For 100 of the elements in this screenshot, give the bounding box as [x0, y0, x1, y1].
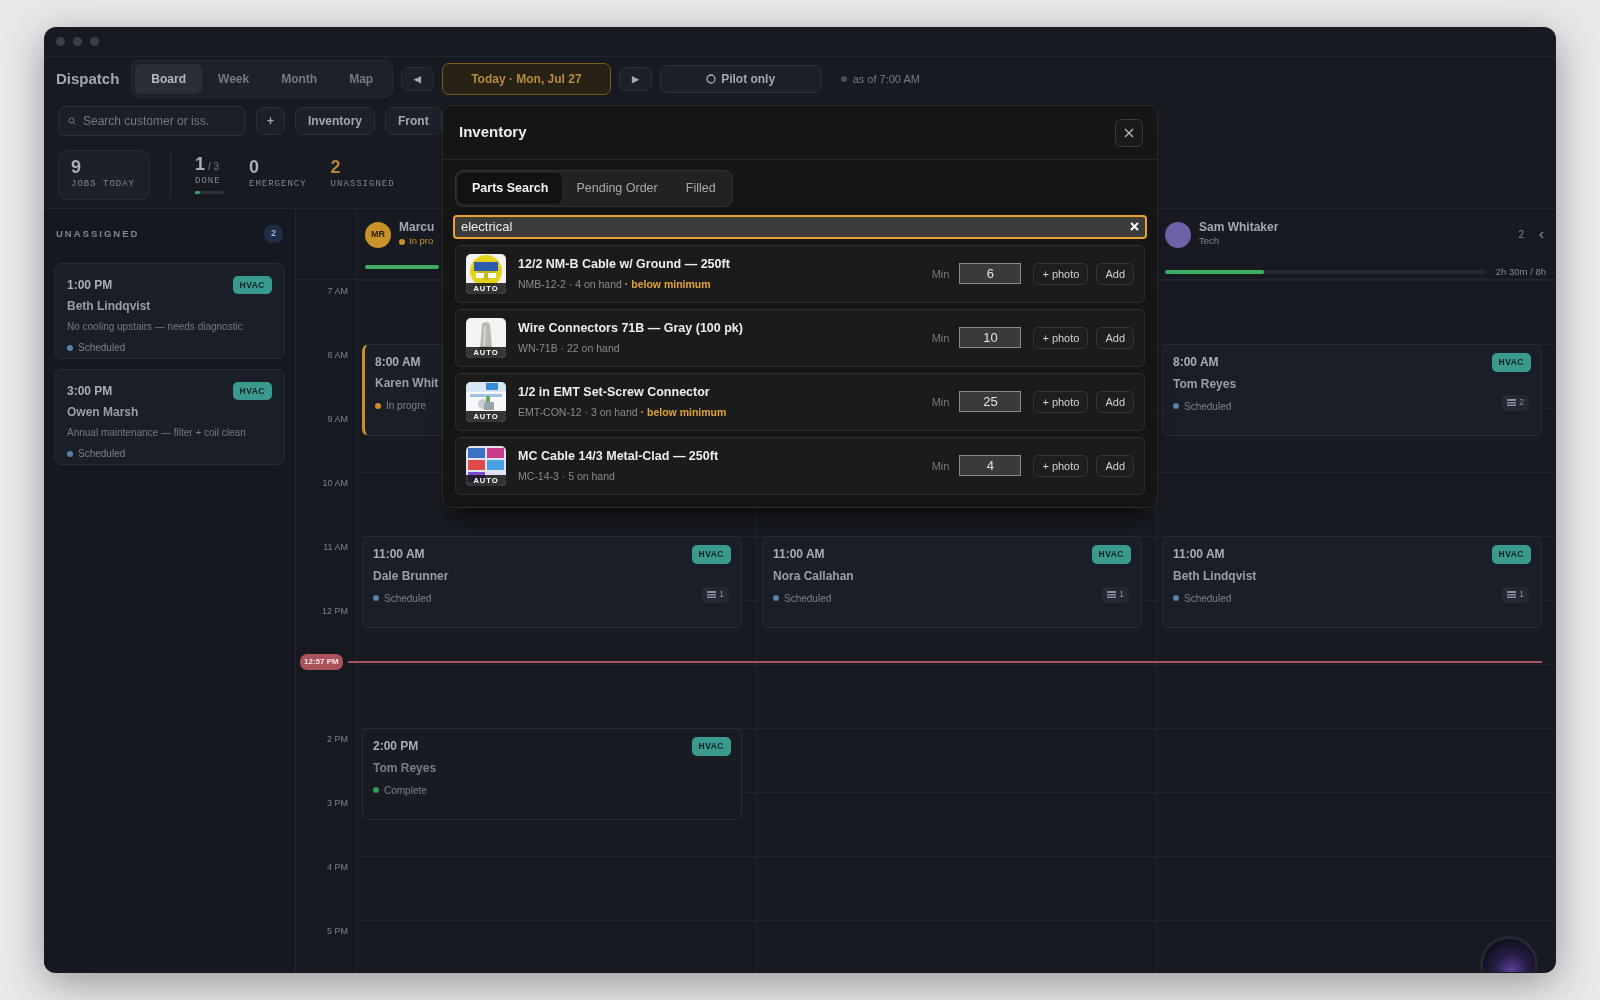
stat-label: EMERGENCY — [249, 177, 307, 191]
job-time: 1:00 PM — [67, 276, 113, 294]
add-button[interactable]: Add — [1096, 326, 1134, 349]
stat-value: 0 — [249, 157, 259, 178]
job-summary: Annual maintenance — filter + coil clean — [67, 426, 247, 441]
hour-label: 5 PM — [327, 925, 348, 938]
status-label: Scheduled — [784, 591, 832, 606]
category-tag: HVAC — [232, 275, 272, 295]
minimum-field[interactable]: 6 — [959, 263, 1022, 285]
close-button[interactable] — [1115, 118, 1143, 147]
previous-day-button[interactable]: ◀ — [401, 66, 435, 92]
technician-name: Sam Whitaker — [1199, 221, 1279, 235]
add-photo-button[interactable]: + photo — [1033, 326, 1089, 349]
stat-value: 9 — [71, 157, 81, 178]
category-tag: HVAC — [232, 381, 272, 401]
date-button[interactable]: Today · Mon, Jul 27 — [442, 63, 611, 95]
list-icon — [1507, 399, 1516, 407]
list-icon — [1107, 591, 1116, 599]
job-time: 11:00 AM — [1173, 546, 1225, 564]
job-card[interactable]: 11:00 AM HVAC Nora Callahan Scheduled 1 — [762, 536, 1142, 628]
job-summary: No cooling upstairs — needs diagnostic — [67, 320, 244, 335]
category-tag: HVAC — [1091, 545, 1131, 564]
status-label: Scheduled — [1184, 591, 1232, 606]
customer-name: Beth Lindqvist — [1173, 567, 1257, 585]
job-time: 8:00 AM — [375, 354, 421, 371]
customer-name: Dale Brunner — [373, 567, 449, 585]
hour-label: 12 PM — [322, 605, 348, 618]
status-label: Scheduled — [78, 447, 126, 462]
part-name: Wire Connectors 71B — Gray (100 pk) — [518, 320, 743, 337]
count-badge: 2 — [264, 225, 283, 243]
pilot-filter-button[interactable]: Pilot only — [659, 64, 822, 94]
close-icon — [1124, 127, 1134, 138]
item-count-badge: 1 — [702, 587, 729, 603]
minimum-field[interactable]: 10 — [959, 327, 1022, 349]
part-name: MC Cable 14/3 Metal-Clad — 250ft — [518, 448, 719, 465]
section-title: UNASSIGNED — [56, 226, 140, 241]
app-title: Dispatch — [56, 68, 120, 89]
part-details: EMT-CON-12 · 3 on hand · below minimum — [518, 404, 727, 420]
stat-label: DONE — [195, 174, 222, 188]
updated-time: as of 7:00 AM — [852, 71, 920, 87]
min-label: Min — [931, 266, 950, 282]
next-day-button[interactable]: ▶ — [618, 66, 652, 92]
utilization-label: 2h 30m / 8h — [1495, 264, 1546, 279]
part-name: 12/2 NM-B Cable w/ Ground — 250ft — [518, 256, 730, 273]
tab[interactable]: Parts Search — [458, 173, 563, 204]
job-card[interactable]: 11:00 AM HVAC Dale Brunner Scheduled 1 — [362, 536, 742, 628]
minimum-field[interactable]: 25 — [959, 391, 1022, 413]
job-time: 8:00 AM — [1173, 354, 1219, 372]
category-tag: HVAC — [691, 737, 731, 756]
job-card[interactable]: 2:00 PM HVAC Tom Reyes Complete — [362, 728, 742, 820]
minimum-field[interactable]: 4 — [959, 455, 1022, 477]
chevron-icon — [1538, 230, 1546, 239]
hour-label: 7 AM — [327, 285, 348, 298]
view-tab[interactable]: Map — [333, 64, 390, 94]
add-photo-button[interactable]: + photo — [1033, 390, 1089, 413]
view-tab[interactable]: Week — [202, 64, 266, 94]
toolbar-button[interactable]: Front — [385, 106, 442, 136]
status-label: Scheduled — [384, 591, 432, 606]
job-card[interactable]: 1:00 PM HVAC Beth Lindqvist No cooling upstairs — needs diagnostic Scheduled — [54, 262, 285, 359]
tab[interactable]: Pending Order — [562, 173, 672, 204]
view-tab[interactable]: Month — [265, 64, 334, 94]
tab[interactable]: Filled — [671, 173, 730, 204]
toolbar-button[interactable]: Inventory — [295, 106, 376, 136]
add-photo-button[interactable]: + photo — [1033, 454, 1089, 477]
job-card[interactable]: 3:00 PM HVAC Owen Marsh Annual maintenance — filter + coil clean Scheduled — [54, 368, 285, 465]
technician-name: Marcu — [399, 221, 435, 235]
item-count-badge: 1 — [1102, 587, 1129, 603]
min-label: Min — [931, 394, 950, 410]
hour-label: 10 AM — [322, 477, 348, 490]
stat-value: 2 — [330, 157, 341, 178]
job-card[interactable]: 8:00 AM HVAC Tom Reyes Scheduled 2 — [1162, 344, 1542, 436]
customer-name: Tom Reyes — [1173, 375, 1237, 393]
search-field[interactable]: electrical — [453, 214, 1147, 239]
stat-label: JOBS TODAY — [71, 177, 136, 191]
list-icon — [707, 591, 716, 599]
technician-status: In pro — [409, 234, 434, 249]
list-icon — [1507, 591, 1516, 599]
category-tag: HVAC — [1491, 353, 1531, 372]
add-button[interactable]: + — [256, 106, 285, 136]
avatar: MR — [365, 222, 391, 248]
status-label: In progre — [386, 399, 427, 413]
hour-label: 4 PM — [327, 861, 348, 874]
add-button[interactable]: Add — [1096, 390, 1134, 413]
job-time: 2:00 PM — [373, 738, 419, 756]
job-time: 11:00 AM — [373, 546, 425, 564]
job-time: 11:00 AM — [773, 546, 825, 564]
modal-title: Inventory — [459, 122, 527, 143]
add-button[interactable]: Add — [1096, 454, 1134, 477]
add-photo-button[interactable]: + photo — [1033, 262, 1089, 285]
customer-name: Beth Lindqvist — [67, 298, 151, 316]
hour-label: 3 PM — [327, 797, 348, 810]
add-button[interactable]: Add — [1096, 262, 1134, 285]
customer-name: Tom Reyes — [373, 759, 437, 777]
hour-label: 9 AM — [327, 413, 348, 426]
clear-icon[interactable] — [1130, 221, 1139, 231]
view-tab[interactable]: Board — [135, 64, 203, 94]
stat-label: UNASSIGNED — [330, 177, 395, 191]
search-field[interactable]: Search customer or iss. — [58, 106, 246, 136]
customer-name: Owen Marsh — [67, 404, 139, 422]
job-card[interactable]: 11:00 AM HVAC Beth Lindqvist Scheduled 1 — [1162, 536, 1542, 628]
